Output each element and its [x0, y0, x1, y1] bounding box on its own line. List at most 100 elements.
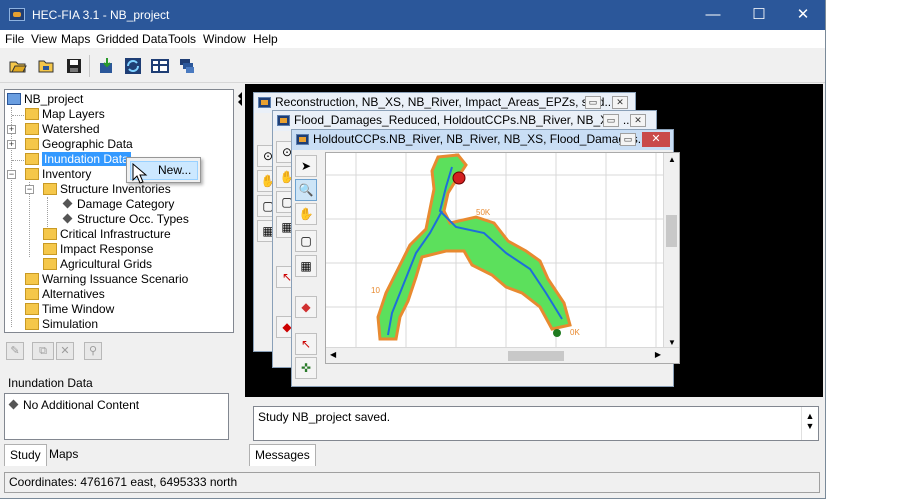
- tree-item-time-window[interactable]: Time Window: [25, 302, 114, 317]
- scroll-down-icon[interactable]: ▼: [802, 421, 818, 431]
- locator-icon[interactable]: ✜: [295, 357, 317, 379]
- restore-button[interactable]: ▭: [585, 96, 601, 109]
- scroll-up-icon[interactable]: ▲: [802, 411, 818, 421]
- tree-item-warning-issuance-scenario[interactable]: Warning Issuance Scenario: [25, 272, 188, 287]
- scroll-right-icon[interactable]: ▶: [655, 350, 661, 359]
- panel-label: Inundation Data: [8, 376, 93, 390]
- maximize-button[interactable]: ☐: [736, 0, 782, 30]
- select-arrow-icon[interactable]: ➤: [295, 155, 317, 177]
- tree-item-critical-infrastructure[interactable]: Critical Infrastructure: [43, 227, 171, 242]
- table-icon[interactable]: [151, 57, 169, 75]
- close-button[interactable]: ✕: [780, 0, 825, 30]
- tree-item-geographic-data[interactable]: Geographic Data: [25, 137, 133, 152]
- messages-scrollbar[interactable]: ▲ ▼: [801, 407, 818, 440]
- tree-item-label: Warning Issuance Scenario: [42, 272, 189, 286]
- properties-icon[interactable]: ⚲: [84, 342, 102, 360]
- map-vertical-scrollbar[interactable]: ▲ ▼: [663, 153, 679, 363]
- tab-maps[interactable]: Maps: [44, 444, 83, 466]
- app-icon: [9, 8, 25, 21]
- folder-icon: [25, 167, 39, 180]
- restore-button[interactable]: ▭: [620, 133, 636, 146]
- scroll-down-icon[interactable]: ▼: [668, 338, 676, 347]
- collapse-arrow-icon[interactable]: [238, 92, 243, 106]
- tree-item-damage-category[interactable]: Damage Category: [61, 197, 174, 212]
- delete-icon[interactable]: ✕: [56, 342, 74, 360]
- pan-hand-icon[interactable]: ✋: [295, 203, 317, 225]
- tree-item-alternatives[interactable]: Alternatives: [25, 287, 105, 302]
- tree-item-label: Impact Response: [60, 242, 154, 256]
- edit-icon[interactable]: ✎: [6, 342, 24, 360]
- map-canvas[interactable]: 50K 0K 10 ▲ ▼ ◀ ▶: [325, 152, 680, 364]
- tree-item-inventory[interactable]: Inventory: [25, 167, 91, 182]
- collapse-icon[interactable]: −: [7, 170, 16, 179]
- copy-icon[interactable]: ⧉: [32, 342, 54, 360]
- tab-messages[interactable]: Messages: [249, 444, 316, 466]
- app-window: HEC-FIA 3.1 - NB_project — ☐ ✕ File View…: [0, 0, 826, 499]
- close-window-button[interactable]: ✕: [612, 96, 628, 109]
- window-title: HEC-FIA 3.1 - NB_project: [32, 8, 170, 22]
- map-drawing: 50K 0K 10: [326, 153, 665, 349]
- tree-item-label: Structure Inventories: [60, 182, 171, 196]
- menu-view[interactable]: View: [31, 32, 57, 46]
- scroll-thumb[interactable]: [508, 351, 564, 361]
- expand-icon[interactable]: +: [7, 125, 16, 134]
- map-horizontal-scrollbar[interactable]: ◀ ▶: [326, 347, 679, 363]
- messages-box[interactable]: Study NB_project saved. ▲ ▼: [253, 406, 819, 441]
- menu-tools[interactable]: Tools: [168, 32, 196, 46]
- folder-icon: [25, 272, 39, 285]
- close-window-button[interactable]: ✕: [642, 132, 670, 147]
- collapse-icon[interactable]: −: [25, 185, 34, 194]
- close-window-button[interactable]: ✕: [630, 114, 646, 127]
- tree-item-structure-occ-types[interactable]: Structure Occ. Types: [61, 212, 189, 227]
- window-icon: [296, 134, 309, 145]
- minimize-button[interactable]: —: [690, 0, 736, 30]
- menu-gridded-data[interactable]: Gridded Data: [96, 32, 167, 46]
- folder-icon: [43, 227, 57, 240]
- tree-item-simulation[interactable]: Simulation: [25, 317, 98, 332]
- tree-item-watershed[interactable]: Watershed: [25, 122, 100, 137]
- shape-icon[interactable]: ◆: [295, 296, 317, 318]
- info-icon[interactable]: ▢: [295, 230, 317, 252]
- tree-item-impact-response[interactable]: Impact Response: [43, 242, 153, 257]
- scroll-thumb[interactable]: [666, 215, 677, 247]
- folder-icon: [25, 287, 39, 300]
- save-icon[interactable]: [65, 57, 83, 75]
- folder-icon: [25, 317, 39, 330]
- flood-extent-shape: [376, 153, 572, 341]
- tree-root[interactable]: NB_project: [7, 92, 83, 107]
- toolbar: [0, 49, 825, 83]
- menu-bar: File View Maps Gridded Data Tools Window…: [0, 30, 825, 48]
- folder-icon: [25, 152, 39, 165]
- title-bar: HEC-FIA 3.1 - NB_project — ☐ ✕: [0, 0, 825, 30]
- split-divider[interactable]: [238, 84, 243, 468]
- tree-item-agricultural-grids[interactable]: Agricultural Grids: [43, 257, 152, 272]
- tree-item-label-selected: Inundation Data: [42, 152, 131, 166]
- grid-info-icon[interactable]: ▦: [295, 255, 317, 277]
- project-icon: [7, 92, 21, 105]
- tree-item-label: Agricultural Grids: [60, 257, 153, 271]
- open-project-icon[interactable]: [37, 57, 55, 75]
- scroll-left-icon[interactable]: ◀: [330, 350, 336, 359]
- restore-button[interactable]: ▭: [603, 114, 619, 127]
- station-label-50k: 50K: [476, 208, 491, 217]
- menu-maps[interactable]: Maps: [61, 32, 90, 46]
- menu-window[interactable]: Window: [203, 32, 246, 46]
- layers-icon[interactable]: [178, 57, 196, 75]
- tree-item-inundation-data[interactable]: Inundation Data: [25, 152, 131, 167]
- study-tree[interactable]: NB_project Map Layers + Watershed + Geog…: [4, 89, 234, 333]
- open-folder-icon[interactable]: [9, 57, 27, 75]
- tree-item-label: Damage Category: [77, 197, 175, 211]
- tab-study[interactable]: Study: [4, 444, 47, 466]
- map-window-holdout-ccps[interactable]: HoldoutCCPs.NB_River, NB_River, NB_XS, F…: [291, 129, 680, 387]
- zoom-icon[interactable]: 🔍: [295, 179, 317, 201]
- menu-file[interactable]: File: [5, 32, 24, 46]
- expand-icon[interactable]: +: [7, 140, 16, 149]
- tree-item-map-layers[interactable]: Map Layers: [25, 107, 105, 122]
- menu-help[interactable]: Help: [253, 32, 278, 46]
- tree-item-structure-inventories[interactable]: Structure Inventories: [43, 182, 171, 197]
- mouse-cursor-icon: [132, 163, 148, 184]
- edit-arrow-icon[interactable]: ↖: [295, 333, 317, 355]
- scroll-up-icon[interactable]: ▲: [668, 155, 676, 164]
- compute-icon[interactable]: [124, 57, 142, 75]
- import-icon[interactable]: [98, 57, 116, 75]
